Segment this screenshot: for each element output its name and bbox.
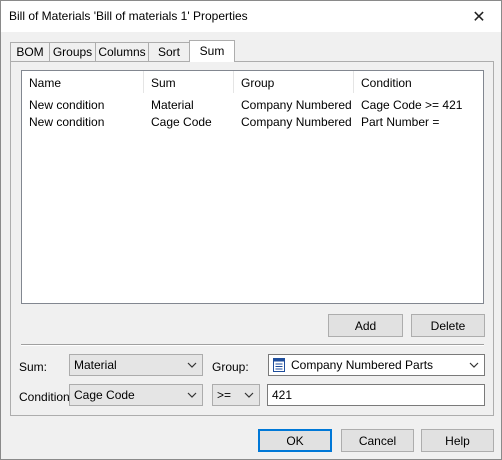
cell-sum: Cage Code	[151, 115, 212, 129]
sum-dropdown-value: Material	[74, 358, 117, 372]
group-dropdown[interactable]: Company Numbered Parts	[268, 354, 485, 376]
condition-field-dropdown[interactable]: Cage Code	[69, 384, 203, 406]
properties-dialog: Bill of Materials 'Bill of materials 1' …	[0, 0, 502, 460]
operator-value: >=	[217, 388, 232, 402]
condition-value-text: 421	[272, 388, 293, 402]
cell-sum: Material	[151, 98, 194, 112]
condition-field-value: Cage Code	[74, 388, 135, 402]
add-button[interactable]: Add	[328, 314, 403, 337]
tab-sum[interactable]: Sum	[189, 40, 235, 62]
cell-group: Company Numbered ...	[241, 115, 354, 129]
group-label: Group:	[212, 360, 249, 374]
tab-bom[interactable]: BOM	[10, 42, 50, 61]
cell-condition: Cage Code >= 421	[361, 98, 463, 112]
column-header-condition[interactable]: Condition	[354, 71, 483, 93]
delete-button[interactable]: Delete	[411, 314, 485, 337]
ok-button[interactable]: OK	[258, 429, 332, 452]
chevron-down-icon	[187, 362, 197, 368]
tab-label: BOM	[16, 45, 44, 59]
tab-groups[interactable]: Groups	[49, 42, 96, 61]
conditions-list[interactable]: Name Sum Group Condition New condition M…	[21, 70, 484, 304]
operator-dropdown[interactable]: >=	[212, 384, 260, 406]
column-header-name[interactable]: Name	[22, 71, 144, 93]
sum-label: Sum:	[19, 360, 48, 374]
close-button[interactable]: ✕	[457, 1, 501, 32]
list-header: Name Sum Group Condition	[22, 71, 483, 93]
chevron-down-icon	[244, 392, 254, 398]
cell-group: Company Numbered ...	[241, 98, 354, 112]
column-header-group[interactable]: Group	[234, 71, 354, 93]
list-row[interactable]: New condition Material Company Numbered …	[22, 97, 483, 114]
tab-label: Columns	[98, 45, 146, 59]
title-bar[interactable]: Bill of Materials 'Bill of materials 1' …	[1, 1, 501, 32]
condition-label: Condition:	[19, 390, 74, 404]
close-icon: ✕	[472, 8, 486, 26]
divider	[21, 344, 484, 346]
tab-label: Sum	[199, 44, 225, 58]
cancel-button[interactable]: Cancel	[341, 429, 414, 452]
cell-name: New condition	[29, 115, 105, 129]
chevron-down-icon	[469, 362, 479, 368]
cell-name: New condition	[29, 98, 105, 112]
help-button[interactable]: Help	[421, 429, 494, 452]
tab-label: Sort	[157, 45, 180, 59]
tab-columns[interactable]: Columns	[95, 42, 149, 61]
condition-value-input[interactable]: 421	[267, 384, 485, 406]
group-dropdown-value: Company Numbered Parts	[291, 358, 434, 372]
column-header-sum[interactable]: Sum	[144, 71, 234, 93]
chevron-down-icon	[187, 392, 197, 398]
sum-dropdown[interactable]: Material	[69, 354, 203, 376]
list-row[interactable]: New condition Cage Code Company Numbered…	[22, 114, 483, 131]
tab-sort[interactable]: Sort	[148, 42, 190, 61]
cell-condition: Part Number =	[361, 115, 440, 129]
tab-label: Groups	[52, 45, 93, 59]
document-icon	[273, 358, 285, 372]
sum-tab-panel: Name Sum Group Condition New condition M…	[10, 61, 494, 416]
window-title: Bill of Materials 'Bill of materials 1' …	[9, 9, 248, 23]
